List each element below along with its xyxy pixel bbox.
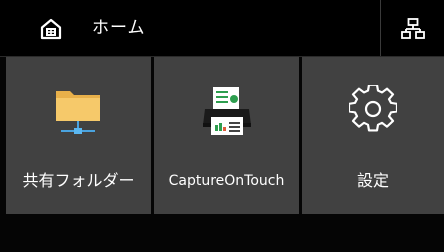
home-label: ホーム (92, 18, 146, 38)
shared-folder-icon (55, 91, 100, 134)
tile-settings-label: 設定 (356, 171, 389, 190)
app-tiles: 共有フォルダー CaptureOnTouch 設定 (0, 57, 444, 214)
tile-settings[interactable]: 設定 (302, 57, 444, 214)
scanner-icon (202, 87, 251, 135)
home-screen: ホーム 共有フォルダー CaptureOnTouch 設定 (0, 0, 444, 252)
tile-shared-folder-label: 共有フォルダー (22, 171, 135, 190)
home-icon (40, 18, 62, 40)
settings-gear-icon (349, 85, 397, 132)
network-icon (401, 18, 425, 39)
tile-captureontouch-label: CaptureOnTouch (168, 173, 285, 189)
tile-shared-folder[interactable]: 共有フォルダー (6, 57, 151, 214)
top-bar: ホーム (0, 0, 444, 57)
bottom-bar (0, 214, 444, 252)
tile-captureontouch[interactable]: CaptureOnTouch (154, 57, 299, 214)
network-button[interactable] (381, 0, 444, 56)
home-button[interactable]: ホーム (0, 0, 200, 56)
